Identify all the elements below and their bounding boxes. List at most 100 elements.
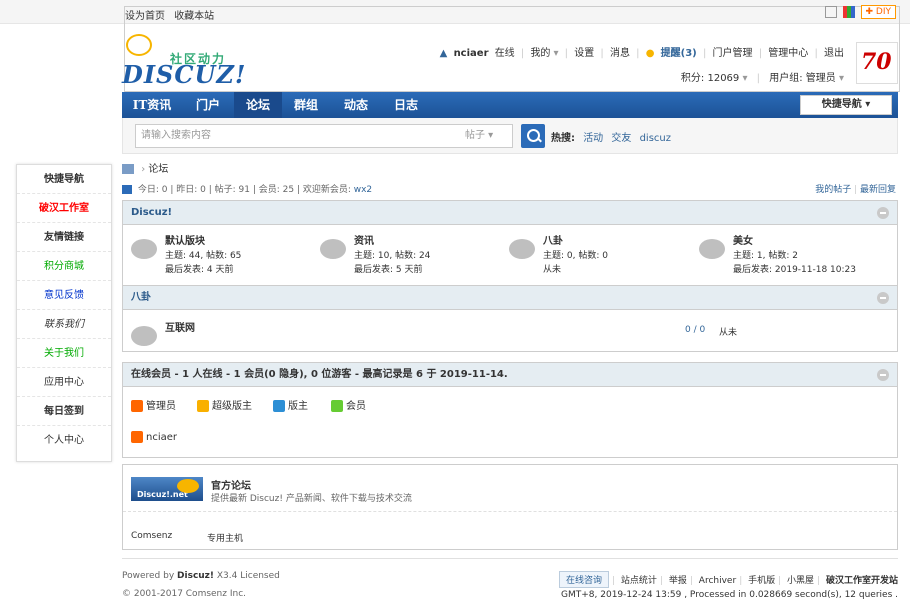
sidebar-item-studio[interactable]: 破汉工作室 [17, 194, 111, 223]
online-user-link[interactable]: nciaer [146, 432, 177, 443]
collapse-icon[interactable] [877, 207, 889, 219]
archiver-link[interactable]: Archiver [699, 576, 736, 586]
role-label: 管理员 [146, 401, 176, 412]
search-type-label: 帖子 [465, 130, 485, 141]
remind-link[interactable]: 提醒(3) [661, 48, 697, 59]
forum-title[interactable]: 美女 [733, 235, 856, 249]
online-status[interactable]: 在线 [495, 48, 515, 59]
sidebar-item-app-center[interactable]: 应用中心 [17, 368, 111, 397]
collapse-icon[interactable] [877, 369, 889, 381]
stats-text: 今日: 0 | 昨日: 0 | 帖子: 91 | 会员: 25 | 欢迎新会员: [137, 185, 354, 195]
admin-center-link[interactable]: 管理中心 [768, 48, 808, 59]
nav-blog[interactable]: 日志 [382, 92, 430, 118]
search-button[interactable] [521, 124, 545, 148]
logo-en-text: DISCUZ! [122, 60, 247, 89]
forum-last[interactable]: 最后发表: 4 天前 [165, 263, 241, 277]
new-member-link[interactable]: wx2 [354, 185, 372, 195]
user-icon: ▲ [439, 48, 448, 59]
powered-brand[interactable]: Discuz! [177, 571, 214, 581]
official-forum-link[interactable]: 官方论坛 [211, 477, 251, 492]
messages-link[interactable]: 消息 [610, 48, 630, 59]
forum-item: 八卦 主题: 0, 帖数: 0 从未 [509, 235, 608, 277]
forum-last[interactable]: 最后发表: 2019-11-18 10:23 [733, 263, 856, 277]
processing-info: GMT+8, 2019-12-24 13:59 , Processed in 0… [561, 590, 898, 600]
online-header-text[interactable]: 在线会员 - 1 人在线 - 1 会员(0 隐身), 0 位游客 - 最高记录是… [131, 369, 508, 380]
powered-prefix: Powered by [122, 571, 178, 581]
category-title[interactable]: 八卦 [131, 292, 151, 303]
sidebar-item-about[interactable]: 关于我们 [17, 339, 111, 368]
category-title[interactable]: Discuz! [131, 207, 172, 218]
forum-title[interactable]: 默认版块 [165, 235, 241, 249]
favorite-link[interactable]: 收藏本站 [174, 11, 214, 22]
super-mod-role-icon [197, 400, 209, 412]
collapse-icon[interactable] [877, 292, 889, 304]
logout-link[interactable]: 退出 [824, 48, 844, 59]
sidebar-item-points-mall[interactable]: 积分商城 [17, 252, 111, 281]
forum-title[interactable]: 资讯 [354, 235, 430, 249]
sidebar-item-feedback[interactable]: 意见反馈 [17, 281, 111, 310]
mobile-link[interactable]: 手机版 [748, 576, 775, 586]
points-label: 积分: [680, 73, 705, 84]
forum-stats: 今日: 0 | 昨日: 0 | 帖子: 91 | 会员: 25 | 欢迎新会员:… [122, 182, 372, 195]
powered-suffix: X3.4 Licensed [214, 571, 280, 581]
blackroom-link[interactable]: 小黑屋 [787, 576, 814, 586]
group-value[interactable]: 管理员 [806, 73, 836, 84]
discuz-net-logo[interactable]: Discuz!.net [131, 477, 203, 501]
sidebar-item-quick-nav[interactable]: 快捷导航 [17, 165, 111, 194]
points-value[interactable]: 12069 [707, 73, 739, 84]
hot-item-3[interactable]: discuz [640, 133, 671, 144]
diy-button[interactable]: ✚ DIY [860, 5, 896, 19]
search-type-select[interactable]: 帖子 ▾ [465, 125, 511, 147]
sidebar-item-contact[interactable]: 联系我们 [17, 310, 111, 339]
home-icon[interactable] [122, 164, 134, 174]
my-menu[interactable]: 我的 [530, 48, 550, 59]
nav-it-news[interactable]: IT资讯 [122, 92, 182, 118]
forum-last[interactable]: 最后发表: 5 天前 [354, 263, 430, 277]
nav-portal[interactable]: 门户 [184, 92, 232, 118]
search-input[interactable]: 请输入搜索内容 [135, 124, 513, 148]
studio-dev-link[interactable]: 破汉工作室开发站 [826, 576, 898, 586]
consult-label: 在线咨询 [565, 576, 602, 586]
nav-forum[interactable]: 论坛 [234, 92, 282, 118]
quick-nav-button[interactable]: 快捷导航 ▾ [800, 95, 892, 115]
forum-item: 美女 主题: 1, 帖数: 2 最后发表: 2019-11-18 10:23 [699, 235, 856, 277]
text-link[interactable]: 专用主机 [207, 531, 243, 544]
nav-group[interactable]: 群组 [282, 92, 330, 118]
quick-nav-label: 快捷导航 [821, 99, 862, 110]
username-link[interactable]: nciaer [454, 48, 489, 59]
group-label: 用户组: [769, 73, 803, 84]
settings-link[interactable]: 设置 [574, 48, 594, 59]
forum-title[interactable]: 八卦 [543, 235, 608, 249]
text-link[interactable]: Comsenz [131, 531, 172, 541]
hot-item-1[interactable]: 活动 [583, 133, 603, 144]
category-header: 八卦 [123, 286, 897, 310]
forum-count: 主题: 44, 帖数: 65 [165, 251, 242, 261]
avatar[interactable]: 70 [856, 42, 898, 84]
online-consult-button[interactable]: 在线咨询 [558, 571, 609, 588]
forum-title[interactable]: 互联网 [165, 322, 195, 336]
report-link[interactable]: 举报 [669, 576, 687, 586]
online-header: 在线会员 - 1 人在线 - 1 会员(0 隐身), 0 位游客 - 最高记录是… [123, 363, 897, 387]
forum-bubble-icon [131, 239, 157, 259]
nav-feed[interactable]: 动态 [332, 92, 380, 118]
role-label: 超级版主 [212, 401, 252, 412]
color-theme-icon[interactable] [842, 6, 855, 18]
latest-replies-link[interactable]: 最新回复 [860, 185, 896, 195]
breadcrumb-current[interactable]: 论坛 [148, 164, 168, 175]
friend-links: Discuz!.net 官方论坛 提供最新 Discuz! 产品新闻、软件下载与… [122, 464, 898, 550]
sidebar-item-profile[interactable]: 个人中心 [17, 426, 111, 455]
set-home-link[interactable]: 设为首页 [125, 11, 165, 22]
portal-admin-link[interactable]: 门户管理 [713, 48, 753, 59]
footer: Powered by Discuz! X3.4 Licensed © 2001-… [122, 558, 898, 612]
forum-bubble-icon [509, 239, 535, 259]
site-logo[interactable]: 社区动力 DISCUZ! [122, 34, 252, 89]
site-stats-link[interactable]: 站点统计 [621, 576, 657, 586]
sidebar-item-friend-links[interactable]: 友情链接 [17, 223, 111, 252]
my-posts-link[interactable]: 我的帖子 [815, 185, 851, 195]
bulb-icon: ● [645, 48, 655, 59]
hot-item-2[interactable]: 交友 [611, 133, 631, 144]
expand-icon[interactable] [824, 6, 837, 18]
stats-chart-icon[interactable] [122, 185, 132, 194]
role-label: 会员 [346, 401, 366, 412]
sidebar-item-checkin[interactable]: 每日签到 [17, 397, 111, 426]
